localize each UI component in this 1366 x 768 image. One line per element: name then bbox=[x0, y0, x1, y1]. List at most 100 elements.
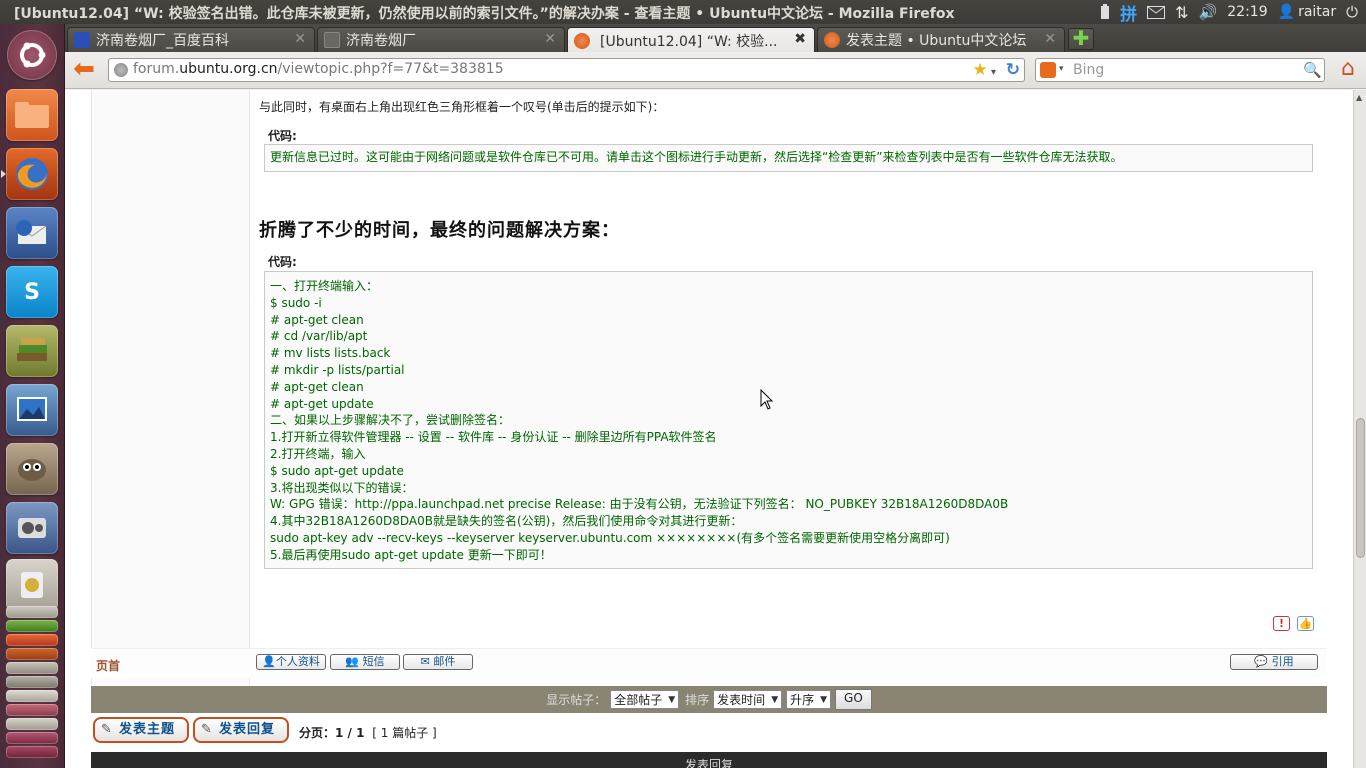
code-line: # apt-get update bbox=[270, 396, 374, 411]
firefox-icon[interactable] bbox=[6, 148, 58, 200]
action-row: ✎ 发表主题 ✎ 发表回复 分页：1 / 1 [ 1 篇帖子 ] bbox=[91, 716, 1331, 750]
power-icon[interactable]: ⏻ bbox=[1346, 3, 1358, 21]
image-viewer-icon[interactable] bbox=[6, 384, 58, 436]
pencil-icon: ✎ bbox=[101, 722, 113, 737]
network-icon[interactable]: ⇅ bbox=[1175, 3, 1188, 22]
code-line: sudo apt-key adv --recv-keys --keyserver… bbox=[270, 530, 950, 545]
launcher-stack-item[interactable] bbox=[6, 718, 58, 730]
pagination: 分页：1 / 1 [ 1 篇帖子 ] bbox=[299, 724, 437, 741]
dash-home-icon[interactable] bbox=[7, 30, 57, 80]
launcher-stack-item[interactable] bbox=[6, 704, 58, 716]
quote-button[interactable]: 💬 引用 bbox=[1230, 654, 1318, 670]
page-favicon-icon bbox=[324, 32, 340, 48]
skype-icon[interactable]: S bbox=[6, 266, 58, 318]
back-to-top-link[interactable]: 页首 bbox=[96, 657, 120, 674]
quote-label: 引用 bbox=[1271, 655, 1294, 668]
launcher-stack-item[interactable] bbox=[6, 648, 58, 660]
user-name: raitar bbox=[1298, 4, 1337, 20]
thumbs-up-icon[interactable]: 👍 bbox=[1297, 616, 1314, 631]
scrollbar-thumb[interactable] bbox=[1356, 418, 1365, 558]
post-author-column bbox=[92, 90, 250, 685]
go-button[interactable]: GO bbox=[835, 689, 872, 710]
new-topic-button[interactable]: ✎ 发表主题 bbox=[93, 717, 189, 743]
close-tab-icon[interactable]: ✕ bbox=[544, 31, 556, 47]
reply-button[interactable]: ✎ 发表回复 bbox=[193, 717, 289, 743]
user-icon: 👤 bbox=[262, 655, 276, 668]
display-label: 显示帖子： bbox=[546, 693, 607, 707]
user-menu[interactable]: 👤 raitar bbox=[1278, 4, 1337, 20]
mail-icon: ✉ bbox=[420, 655, 430, 668]
launcher-stack-item[interactable] bbox=[6, 746, 58, 758]
launcher-stack-item[interactable] bbox=[6, 690, 58, 702]
page-scrollbar[interactable]: ▲ bbox=[1353, 90, 1366, 768]
bing-engine-icon[interactable] bbox=[1040, 62, 1056, 78]
search-placeholder: Bing bbox=[1073, 62, 1105, 78]
code-line: # mkdir -p lists/partial bbox=[270, 362, 405, 377]
search-bar[interactable]: ▾ Bing 🔍 bbox=[1035, 58, 1325, 82]
home-icon[interactable]: ⌂ bbox=[1335, 57, 1361, 83]
sort-bar: 显示帖子： 全部帖子 ▼ 排序 发表时间 ▼ 升序 ▼ GO bbox=[91, 686, 1327, 713]
code-line: $ sudo apt-get update bbox=[270, 463, 404, 478]
tab-ubuntu-post[interactable]: 发表主题 • Ubuntu中文论坛 ✕ bbox=[817, 27, 1065, 52]
code-line: 1.打开新立得软件管理器 -- 设置 -- 软件库 -- 身份认证 -- 删除里… bbox=[270, 430, 717, 445]
code-line: # mv lists lists.back bbox=[270, 346, 391, 361]
scroll-up-icon[interactable]: ▲ bbox=[1356, 93, 1362, 102]
files-icon[interactable] bbox=[6, 89, 58, 141]
launcher-stack-item[interactable] bbox=[6, 732, 58, 744]
code-line: 一、打开终端输入： bbox=[270, 279, 379, 293]
close-tab-icon[interactable]: ✕ bbox=[1044, 31, 1056, 47]
email-button[interactable]: ✉ 邮件 bbox=[403, 654, 473, 670]
launcher-stack-item[interactable] bbox=[6, 620, 58, 632]
clock[interactable]: 22:19 bbox=[1227, 4, 1267, 20]
url-prefix: forum. bbox=[133, 61, 180, 77]
disk-utility-icon[interactable] bbox=[6, 559, 58, 611]
books-icon[interactable] bbox=[6, 325, 58, 377]
navigation-bar: ⬅ forum.ubuntu.org.cn/viewtopic.php?f=77… bbox=[65, 52, 1366, 89]
url-bar[interactable]: forum.ubuntu.org.cn/viewtopic.php?f=77&t… bbox=[108, 58, 1025, 82]
new-tab-button[interactable]: ✚ bbox=[1068, 28, 1094, 50]
close-tab-icon[interactable]: ✕ bbox=[294, 31, 306, 47]
media-player-icon[interactable] bbox=[6, 502, 58, 554]
search-icon[interactable]: 🔍 bbox=[1303, 61, 1322, 79]
pm-button[interactable]: 👥 短信 bbox=[330, 654, 400, 670]
profile-button[interactable]: 👤个人资料 bbox=[256, 654, 326, 670]
mail-icon[interactable] bbox=[1147, 5, 1166, 19]
report-post-icon[interactable]: ! bbox=[1273, 616, 1290, 631]
bookmark-star-icon[interactable]: ★ ▾ bbox=[973, 60, 996, 80]
sort-label: 排序 bbox=[685, 693, 710, 707]
url-text: forum.ubuntu.org.cn/viewtopic.php?f=77&t… bbox=[133, 61, 504, 77]
indicator-area: 拼 ⇅ 🔊 22:19 👤 raitar ⏻ bbox=[1100, 0, 1358, 25]
input-method-indicator[interactable]: 拼 bbox=[1120, 0, 1137, 25]
reload-icon[interactable]: ↻ bbox=[1006, 60, 1020, 80]
globe-icon bbox=[114, 63, 128, 77]
volume-icon[interactable]: 🔊 bbox=[1199, 3, 1218, 21]
thunderbird-icon[interactable] bbox=[6, 207, 58, 259]
display-select[interactable]: 全部帖子 ▼ bbox=[610, 690, 680, 709]
mouse-cursor-icon bbox=[760, 389, 774, 410]
launcher-stack-item[interactable] bbox=[6, 634, 58, 646]
chevron-down-icon[interactable]: ▾ bbox=[1059, 64, 1064, 74]
code-line: # apt-get clean bbox=[270, 312, 364, 327]
page-content: 与此同时，有桌面右上角出现红色三角形框着一个叹号(单击后的提示如下)： 代码: … bbox=[65, 90, 1353, 768]
tab-bar: 济南卷烟厂_百度百科 ✕ 济南卷烟厂 ✕ [Ubuntu12.04] “W: 校… bbox=[65, 24, 1366, 53]
tab-label: 济南卷烟厂 bbox=[346, 33, 416, 49]
launcher-stack-item[interactable] bbox=[6, 662, 58, 674]
battery-icon[interactable] bbox=[1100, 4, 1110, 20]
launcher-stack-item[interactable] bbox=[6, 676, 58, 688]
tab-label: 发表主题 • Ubuntu中文论坛 bbox=[846, 33, 1027, 49]
back-button[interactable]: ⬅ bbox=[69, 56, 99, 83]
reply-label: 发表回复 bbox=[219, 722, 276, 737]
tab-baidu-baike[interactable]: 济南卷烟厂_百度百科 ✕ bbox=[67, 27, 315, 52]
close-tab-icon[interactable]: ✖ bbox=[794, 31, 806, 47]
display-value: 全部帖子 bbox=[614, 693, 663, 707]
launcher-stack-item[interactable] bbox=[6, 606, 58, 618]
chevron-down-icon: ▼ bbox=[820, 694, 828, 705]
code-line: 二、如果以上步骤解决不了，尝试删除签名： bbox=[270, 413, 511, 428]
tab-ubuntu-topic[interactable]: [Ubuntu12.04] “W: 校验... ✖ bbox=[567, 27, 815, 53]
new-topic-label: 发表主题 bbox=[119, 722, 176, 737]
tab-jinan-cigarette[interactable]: 济南卷烟厂 ✕ bbox=[317, 27, 565, 52]
sort-select[interactable]: 发表时间 ▼ bbox=[713, 690, 783, 709]
order-select[interactable]: 升序 ▼ bbox=[786, 690, 832, 709]
pagination-label: 分页： bbox=[299, 726, 336, 740]
gimp-icon[interactable] bbox=[6, 443, 58, 495]
